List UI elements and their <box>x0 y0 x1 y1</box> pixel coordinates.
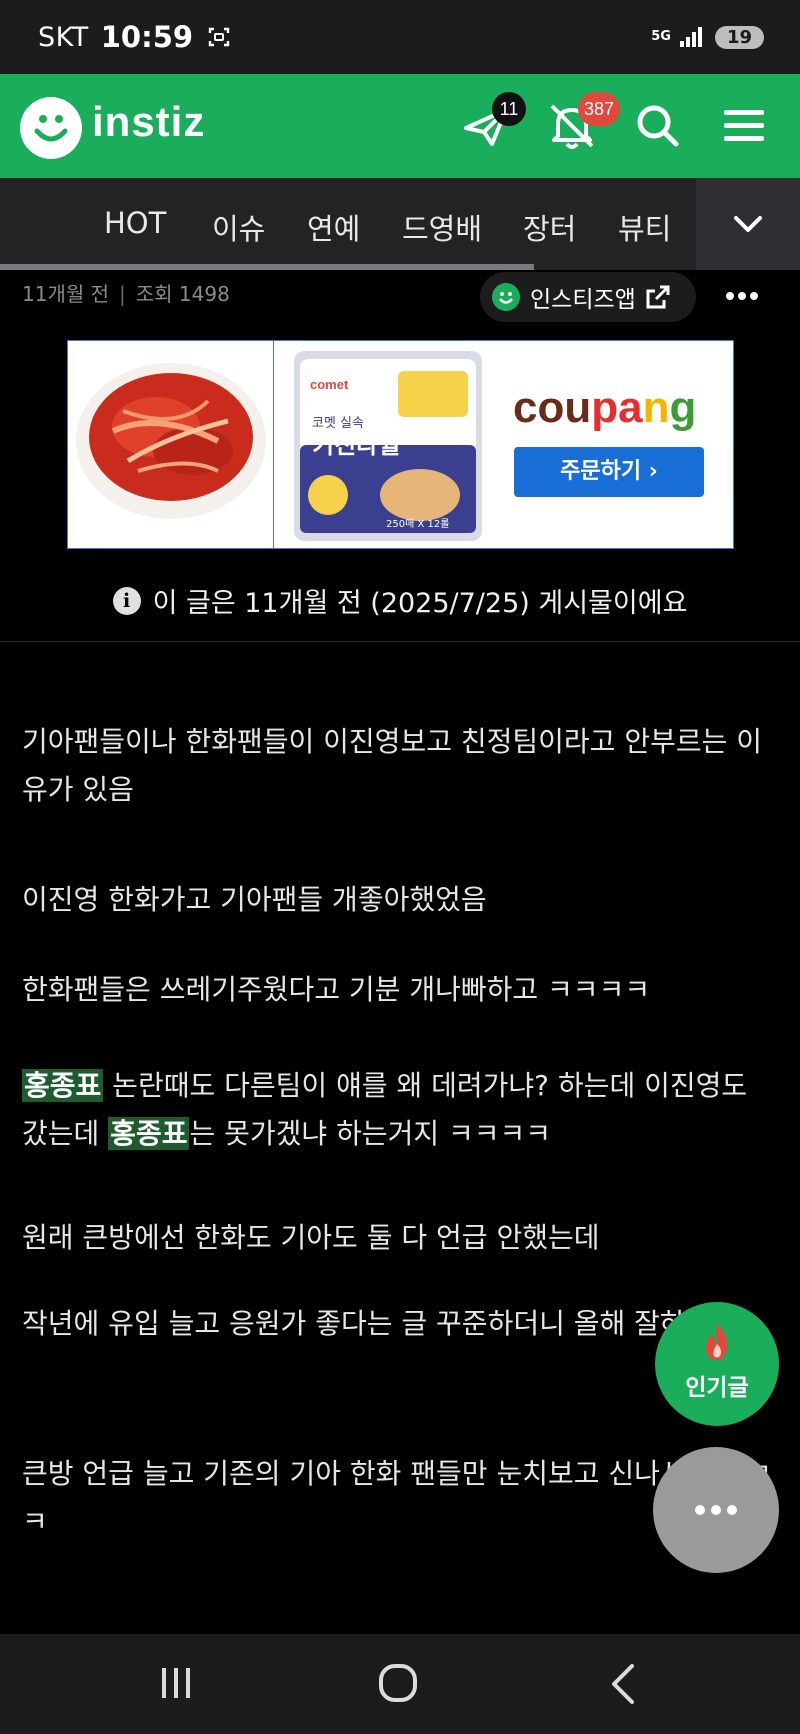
popular-posts-button[interactable]: 인기글 <box>655 1302 779 1426</box>
clock: 10:59 <box>100 20 194 54</box>
category-tab-issue[interactable]: 이슈 <box>212 206 265 248</box>
post-age-notice: i 이 글은 11개월 전 (2025/7/25) 게시물이에요 <box>0 560 800 642</box>
ad-product-image-kimchi <box>68 341 274 548</box>
more-options-button[interactable] <box>653 1447 779 1573</box>
network-type: 5G <box>651 29 671 44</box>
post-time: 11개월 전 <box>22 282 110 306</box>
back-icon[interactable] <box>594 1656 654 1712</box>
ad-order-button[interactable]: 주문하기 › <box>514 447 704 497</box>
category-scroll-indicator <box>0 264 534 270</box>
category-tab-entertainment[interactable]: 연예 <box>307 206 360 248</box>
info-icon: i <box>112 586 141 615</box>
post-meta: 11개월 전 | 조회 1498 <box>22 278 230 307</box>
article-paragraph: 홍종표 논란때도 다른팀이 얘를 왜 데려가냐? 하는데 이진영도 갔는데 홍종… <box>22 1062 778 1158</box>
category-tab-drama[interactable]: 드영배 <box>402 206 482 248</box>
category-tab-market[interactable]: 장터 <box>523 206 576 248</box>
open-app-label: 인스티즈앱 <box>530 287 636 313</box>
article-text: 는 못가겠냐 하는거지 ㅋㅋㅋㅋ <box>189 1117 552 1150</box>
category-tab-beauty[interactable]: 뷰티 <box>618 206 671 248</box>
article-paragraph: 한화팬들은 쓰레기주웠다고 기분 개나빠하고 ㅋㅋㅋㅋ <box>22 973 651 1006</box>
chevron-down-icon <box>734 216 762 232</box>
post-age-notice-text: 이 글은 11개월 전 (2025/7/25) 게시물이에요 <box>152 588 688 619</box>
ad-product-label-2: 키친타월 <box>312 431 400 459</box>
fire-icon <box>705 1324 728 1360</box>
system-nav-bar <box>0 1634 800 1734</box>
external-link-icon <box>646 285 670 309</box>
article-paragraph: 기아팬들이나 한화팬들이 이진영보고 친정팀이라고 안부르는 이유가 있음 <box>22 725 763 806</box>
category-nav: HOT 이슈 연예 드영배 장터 뷰티 <box>0 178 800 270</box>
post-more-options-icon[interactable] <box>722 276 762 316</box>
category-more-button[interactable] <box>696 178 800 270</box>
category-tab-hot[interactable]: HOT <box>104 206 166 240</box>
article-paragraph: 이진영 한화가고 기아팬들 개좋아했었음 <box>22 883 487 916</box>
home-icon[interactable] <box>368 1656 428 1712</box>
coupang-logo: coupang <box>513 383 697 432</box>
recent-apps-icon[interactable] <box>146 1656 206 1712</box>
svg-text:comet: comet <box>310 377 349 392</box>
post-views: 조회 1498 <box>135 282 230 306</box>
screenshot-icon <box>208 27 230 47</box>
menu-icon[interactable] <box>716 98 772 154</box>
ad-product-small: 250매 X 12롤 <box>386 518 449 530</box>
highlighted-name: 홍종표 <box>22 1069 104 1102</box>
meta-divider: | <box>119 282 126 306</box>
logo-smile-icon[interactable] <box>20 97 82 159</box>
highlighted-name: 홍종표 <box>108 1117 190 1150</box>
carrier-label: SKT <box>38 21 89 53</box>
article-paragraph: 원래 큰방에선 한화도 기아도 둘 다 언급 안했는데 <box>22 1221 600 1254</box>
logo-text[interactable]: instiz <box>92 98 205 146</box>
app-header: instiz 11 387 <box>0 74 800 178</box>
ad-product-image-towel: comet 코멧 실속 키친타월 250매 X 12롤 <box>290 345 486 545</box>
popular-posts-label: 인기글 <box>685 1375 749 1401</box>
status-bar: SKT 10:59 5G 19 <box>0 0 800 74</box>
coupang-ad-banner[interactable]: comet 코멧 실속 키친타월 250매 X 12롤 coupang 주문하기… <box>67 340 734 549</box>
notification-badge: 387 <box>578 92 621 126</box>
signal-icon <box>679 27 702 47</box>
battery-indicator: 19 <box>714 25 764 49</box>
app-smile-icon <box>492 283 520 311</box>
message-badge: 11 <box>492 92 526 126</box>
open-app-button[interactable]: 인스티즈앱 <box>480 272 696 322</box>
ad-product-label-1: 코멧 실속 <box>312 416 364 431</box>
search-icon[interactable] <box>630 98 686 154</box>
more-dots-icon <box>695 1505 737 1515</box>
